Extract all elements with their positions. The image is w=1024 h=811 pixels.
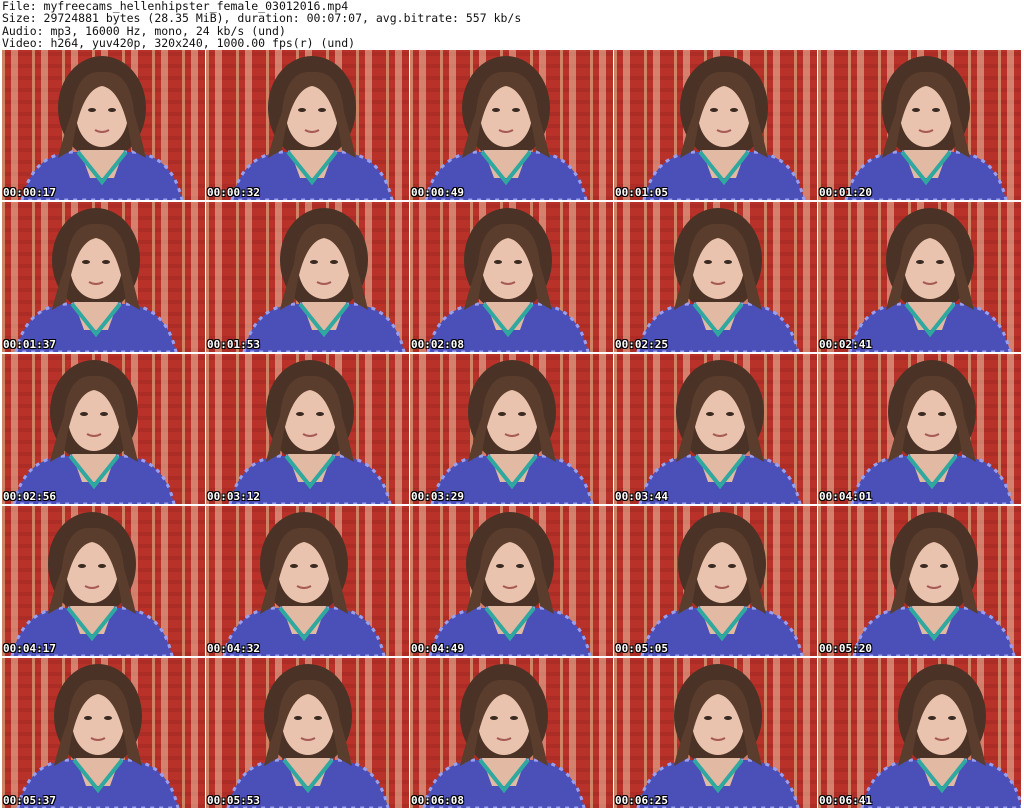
person-figure bbox=[860, 664, 1021, 808]
thumbnail-timestamp: 00:02:25 bbox=[615, 338, 668, 351]
thumbnail-timestamp: 00:06:41 bbox=[819, 794, 872, 807]
thumbnail-grid: 00:00:17 00:00:32 00:00:49 00:01:05 00:01:20… bbox=[2, 50, 1022, 808]
person-figure bbox=[428, 512, 592, 656]
video-thumbnail: 00:03:12 bbox=[206, 354, 409, 504]
person-figure bbox=[222, 512, 386, 656]
video-thumbnail: 00:01:53 bbox=[206, 202, 409, 352]
video-thumbnail: 00:02:56 bbox=[2, 354, 205, 504]
person-figure bbox=[848, 208, 1012, 352]
video-thumbnail: 00:05:53 bbox=[206, 658, 409, 808]
person-figure bbox=[20, 56, 184, 200]
video-thumbnail: 00:05:37 bbox=[2, 658, 205, 808]
person-figure bbox=[844, 56, 1008, 200]
video-thumbnail: 00:02:41 bbox=[818, 202, 1021, 352]
video-thumbnail: 00:06:25 bbox=[614, 658, 817, 808]
person-figure bbox=[642, 56, 806, 200]
person-figure bbox=[852, 512, 1016, 656]
thumbnail-timestamp: 00:03:29 bbox=[411, 490, 464, 503]
person-figure bbox=[636, 208, 800, 352]
video-thumbnail: 00:03:29 bbox=[410, 354, 613, 504]
video-thumbnail: 00:06:08 bbox=[410, 658, 613, 808]
thumbnail-timestamp: 00:02:08 bbox=[411, 338, 464, 351]
video-thumbnail: 00:04:01 bbox=[818, 354, 1021, 504]
person-figure bbox=[424, 56, 588, 200]
person-figure bbox=[226, 664, 390, 808]
video-thumbnail: 00:00:49 bbox=[410, 50, 613, 200]
person-figure bbox=[10, 512, 174, 656]
video-thumbnail: 00:02:25 bbox=[614, 202, 817, 352]
video-thumbnail: 00:01:20 bbox=[818, 50, 1021, 200]
person-figure bbox=[850, 360, 1014, 504]
video-thumbnail: 00:01:05 bbox=[614, 50, 817, 200]
video-info-line: Video: h264, yuv420p, 320x240, 1000.00 f… bbox=[2, 36, 356, 51]
thumbnail-timestamp: 00:04:32 bbox=[207, 642, 260, 655]
thumbnail-timestamp: 00:04:17 bbox=[3, 642, 56, 655]
file-info-header: File: myfreecams_hellenhipster_female_03… bbox=[2, 0, 1022, 50]
thumbnail-timestamp: 00:00:32 bbox=[207, 186, 260, 199]
thumbnail-timestamp: 00:05:20 bbox=[819, 642, 872, 655]
thumbnail-timestamp: 00:03:12 bbox=[207, 490, 260, 503]
thumbnail-timestamp: 00:04:49 bbox=[411, 642, 464, 655]
thumbnail-timestamp: 00:00:49 bbox=[411, 186, 464, 199]
thumbnail-timestamp: 00:03:44 bbox=[615, 490, 668, 503]
person-figure bbox=[422, 664, 586, 808]
person-figure bbox=[426, 208, 590, 352]
thumbnail-timestamp: 00:05:53 bbox=[207, 794, 260, 807]
video-thumbnail: 00:00:17 bbox=[2, 50, 205, 200]
video-thumbnail: 00:04:17 bbox=[2, 506, 205, 656]
video-thumbnail: 00:05:05 bbox=[614, 506, 817, 656]
thumbnail-timestamp: 00:01:05 bbox=[615, 186, 668, 199]
thumbnail-timestamp: 00:05:05 bbox=[615, 642, 668, 655]
thumbnail-timestamp: 00:06:25 bbox=[615, 794, 668, 807]
video-thumbnail: 00:02:08 bbox=[410, 202, 613, 352]
thumbnail-timestamp: 00:02:41 bbox=[819, 338, 872, 351]
thumbnail-timestamp: 00:01:20 bbox=[819, 186, 872, 199]
thumbnail-timestamp: 00:02:56 bbox=[3, 490, 56, 503]
video-thumbnail: 00:00:32 bbox=[206, 50, 409, 200]
video-thumbnail: 00:05:20 bbox=[818, 506, 1021, 656]
thumbnail-timestamp: 00:06:08 bbox=[411, 794, 464, 807]
thumbnail-timestamp: 00:04:01 bbox=[819, 490, 872, 503]
video-thumbnail: 00:06:41 bbox=[818, 658, 1021, 808]
video-thumbnail: 00:04:49 bbox=[410, 506, 613, 656]
video-thumbnail: 00:04:32 bbox=[206, 506, 409, 656]
person-figure bbox=[640, 512, 804, 656]
person-figure bbox=[12, 360, 176, 504]
thumbnail-timestamp: 00:05:37 bbox=[3, 794, 56, 807]
file-size-line: Size: 29724881 bytes (28.35 MiB), durati… bbox=[2, 11, 522, 26]
person-figure bbox=[230, 56, 394, 200]
person-figure bbox=[14, 208, 178, 352]
person-figure bbox=[16, 664, 180, 808]
video-thumbnail: 00:01:37 bbox=[2, 202, 205, 352]
video-thumbnail: 00:03:44 bbox=[614, 354, 817, 504]
person-figure bbox=[228, 360, 392, 504]
person-figure bbox=[242, 208, 406, 352]
thumbnail-timestamp: 00:01:37 bbox=[3, 338, 56, 351]
person-figure bbox=[636, 664, 800, 808]
thumbnail-timestamp: 00:01:53 bbox=[207, 338, 260, 351]
thumbnail-timestamp: 00:00:17 bbox=[3, 186, 56, 199]
person-figure bbox=[638, 360, 802, 504]
person-figure bbox=[430, 360, 594, 504]
